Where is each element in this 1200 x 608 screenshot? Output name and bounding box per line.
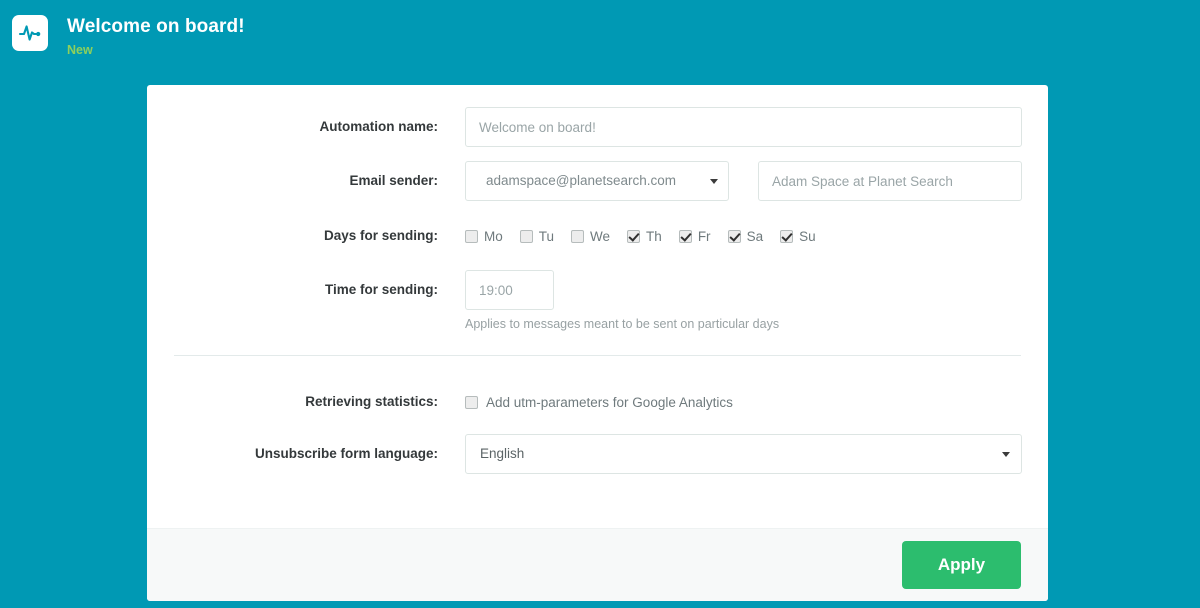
retrieving-statistics-label: Retrieving statistics: bbox=[174, 382, 465, 422]
day-label-we: We bbox=[590, 229, 610, 244]
settings-form: Automation name: Email sender: adamspace… bbox=[147, 85, 1048, 528]
unsubscribe-language-control: English bbox=[465, 434, 1022, 474]
checkbox-icon-fr[interactable] bbox=[679, 230, 692, 243]
section-divider bbox=[174, 355, 1021, 356]
time-helper-text: Applies to messages meant to be sent on … bbox=[465, 317, 779, 331]
day-checkbox-mo[interactable]: Mo bbox=[465, 229, 503, 244]
day-checkbox-tu[interactable]: Tu bbox=[520, 229, 554, 244]
automation-name-control bbox=[465, 107, 1022, 147]
email-sender-label: Email sender: bbox=[174, 161, 465, 201]
days-for-sending-control: Mo Tu We Th bbox=[465, 216, 1021, 256]
activity-pulse-icon bbox=[12, 15, 48, 51]
day-label-fr: Fr bbox=[698, 229, 711, 244]
helper-spacer bbox=[174, 317, 465, 331]
page-title: Welcome on board! bbox=[67, 14, 245, 36]
row-automation-name: Automation name: bbox=[174, 107, 1021, 147]
chevron-down-icon bbox=[1002, 452, 1010, 457]
time-for-sending-control bbox=[465, 270, 1021, 310]
day-label-th: Th bbox=[646, 229, 662, 244]
row-email-sender: Email sender: adamspace@planetsearch.com bbox=[174, 161, 1021, 201]
day-checkbox-we[interactable]: We bbox=[571, 229, 610, 244]
retrieving-statistics-control: Add utm-parameters for Google Analytics bbox=[465, 382, 1021, 422]
automation-name-input[interactable] bbox=[465, 107, 1022, 147]
checkbox-icon-mo[interactable] bbox=[465, 230, 478, 243]
email-sender-control: adamspace@planetsearch.com bbox=[465, 161, 1022, 201]
day-label-tu: Tu bbox=[539, 229, 554, 244]
row-time-for-sending: Time for sending: bbox=[174, 270, 1021, 310]
day-checkbox-sa[interactable]: Sa bbox=[728, 229, 764, 244]
sender-name-input[interactable] bbox=[758, 161, 1022, 201]
checkbox-icon-tu[interactable] bbox=[520, 230, 533, 243]
days-for-sending-label: Days for sending: bbox=[174, 216, 465, 256]
status-badge: New bbox=[67, 36, 245, 57]
unsubscribe-language-select[interactable]: English bbox=[465, 434, 1022, 474]
checkbox-icon-sa[interactable] bbox=[728, 230, 741, 243]
row-days-for-sending: Days for sending: Mo Tu We bbox=[174, 216, 1021, 256]
page-header: Welcome on board! New bbox=[0, 0, 1200, 85]
chevron-down-icon bbox=[710, 179, 718, 184]
day-checkbox-su[interactable]: Su bbox=[780, 229, 816, 244]
row-retrieving-statistics: Retrieving statistics: Add utm-parameter… bbox=[174, 382, 1021, 422]
automation-name-label: Automation name: bbox=[174, 107, 465, 147]
email-sender-select[interactable]: adamspace@planetsearch.com bbox=[465, 161, 729, 201]
row-unsubscribe-language: Unsubscribe form language: English bbox=[174, 434, 1021, 474]
checkbox-icon-th[interactable] bbox=[627, 230, 640, 243]
day-checkbox-fr[interactable]: Fr bbox=[679, 229, 711, 244]
row-time-helper: Applies to messages meant to be sent on … bbox=[174, 317, 1021, 331]
unsubscribe-language-selected-value: English bbox=[480, 446, 524, 461]
email-sender-selected-value: adamspace@planetsearch.com bbox=[486, 173, 676, 188]
card-footer: Apply bbox=[147, 528, 1048, 601]
time-for-sending-label: Time for sending: bbox=[174, 270, 465, 310]
checkbox-icon-utm[interactable] bbox=[465, 396, 478, 409]
time-for-sending-input[interactable] bbox=[465, 270, 554, 310]
day-label-sa: Sa bbox=[747, 229, 764, 244]
header-text-block: Welcome on board! New bbox=[67, 14, 245, 57]
settings-card: Automation name: Email sender: adamspace… bbox=[147, 85, 1048, 601]
unsubscribe-language-label: Unsubscribe form language: bbox=[174, 434, 465, 474]
apply-button[interactable]: Apply bbox=[902, 541, 1021, 589]
utm-parameters-checkbox[interactable]: Add utm-parameters for Google Analytics bbox=[465, 382, 1021, 422]
day-checkbox-th[interactable]: Th bbox=[627, 229, 662, 244]
days-checkbox-group: Mo Tu We Th bbox=[465, 216, 1021, 256]
utm-parameters-label: Add utm-parameters for Google Analytics bbox=[486, 395, 733, 410]
checkbox-icon-su[interactable] bbox=[780, 230, 793, 243]
day-label-mo: Mo bbox=[484, 229, 503, 244]
checkbox-icon-we[interactable] bbox=[571, 230, 584, 243]
day-label-su: Su bbox=[799, 229, 816, 244]
